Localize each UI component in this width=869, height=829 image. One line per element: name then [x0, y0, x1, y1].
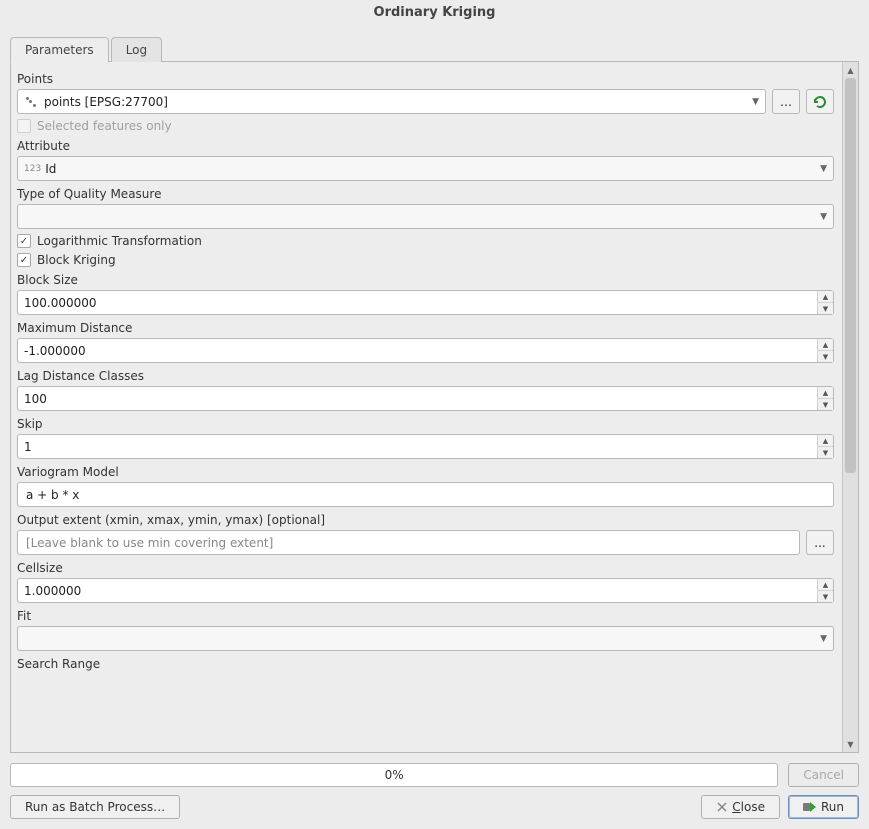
variogram-input[interactable]	[17, 482, 834, 507]
spin-arrows: ▲ ▼	[817, 291, 833, 314]
chevron-down-icon: ▼	[820, 212, 827, 222]
spin-down-icon[interactable]: ▼	[818, 351, 833, 362]
dialog-window: Ordinary Kriging Parameters Log Points p…	[0, 0, 869, 829]
selected-features-checkbox: Selected features only	[17, 119, 834, 133]
selected-features-label: Selected features only	[37, 119, 172, 133]
max-distance-spin[interactable]: -1.000000 ▲ ▼	[17, 338, 834, 363]
cancel-button-label: Cancel	[803, 768, 844, 782]
iterate-button[interactable]	[806, 89, 834, 114]
close-icon	[716, 801, 728, 813]
dialog-title: Ordinary Kriging	[0, 0, 869, 26]
fit-combo[interactable]: ▼	[17, 626, 834, 651]
scrollbar-thumb[interactable]	[845, 78, 856, 473]
log-transform-label: Logarithmic Transformation	[37, 234, 202, 248]
close-button[interactable]: Close	[701, 795, 780, 819]
skip-spin[interactable]: 1 ▲ ▼	[17, 434, 834, 459]
block-size-value: 100.000000	[24, 296, 817, 310]
lag-classes-value: 100	[24, 392, 817, 406]
close-button-label: lose	[741, 800, 765, 814]
points-label: Points	[17, 72, 834, 86]
spin-arrows: ▲ ▼	[817, 339, 833, 362]
points-combo[interactable]: points [EPSG:27700] ▼	[17, 89, 766, 114]
progress-bar: 0%	[10, 763, 778, 787]
checkbox-box	[17, 253, 31, 267]
checkbox-box	[17, 119, 31, 133]
attribute-label: Attribute	[17, 139, 834, 153]
extent-input-field[interactable]	[24, 535, 793, 551]
spin-down-icon[interactable]: ▼	[818, 447, 833, 458]
chevron-down-icon: ▼	[820, 634, 827, 644]
spin-up-icon[interactable]: ▲	[818, 387, 833, 399]
spin-up-icon[interactable]: ▲	[818, 339, 833, 351]
cellsize-value: 1.000000	[24, 584, 817, 598]
search-range-label: Search Range	[17, 657, 834, 671]
cellsize-spin[interactable]: 1.000000 ▲ ▼	[17, 578, 834, 603]
checkbox-box	[17, 234, 31, 248]
block-size-label: Block Size	[17, 273, 834, 287]
point-layer-icon	[24, 95, 38, 109]
spin-up-icon[interactable]: ▲	[818, 579, 833, 591]
quality-measure-combo[interactable]: ▼	[17, 204, 834, 229]
parameters-scroll-area: Points points [EPSG:27700] ▼ …	[11, 62, 842, 752]
max-distance-value: -1.000000	[24, 344, 817, 358]
block-kriging-checkbox[interactable]: Block Kriging	[17, 253, 834, 267]
log-transform-checkbox[interactable]: Logarithmic Transformation	[17, 234, 834, 248]
extent-label: Output extent (xmin, xmax, ymin, ymax) […	[17, 513, 834, 527]
ellipsis-icon: ...	[814, 536, 825, 550]
spin-up-icon[interactable]: ▲	[818, 291, 833, 303]
run-button-label: Run	[821, 800, 844, 814]
spin-arrows: ▲ ▼	[817, 579, 833, 602]
block-kriging-label: Block Kriging	[37, 253, 116, 267]
lag-classes-spin[interactable]: 100 ▲ ▼	[17, 386, 834, 411]
extent-browse-button[interactable]: ...	[806, 530, 834, 555]
skip-label: Skip	[17, 417, 834, 431]
ellipsis-icon: …	[780, 95, 792, 109]
fit-label: Fit	[17, 609, 834, 623]
scrollbar-track[interactable]	[843, 78, 858, 736]
extent-input[interactable]	[17, 530, 800, 555]
variogram-label: Variogram Model	[17, 465, 834, 479]
progress-text: 0%	[385, 768, 404, 782]
spin-arrows: ▲ ▼	[817, 435, 833, 458]
max-distance-label: Maximum Distance	[17, 321, 834, 335]
dialog-footer: 0% Cancel Run as Batch Process… Close	[10, 753, 859, 819]
lag-classes-label: Lag Distance Classes	[17, 369, 834, 383]
points-combo-value: points [EPSG:27700]	[44, 95, 168, 109]
points-browse-button[interactable]: …	[772, 89, 800, 114]
run-batch-button[interactable]: Run as Batch Process…	[10, 795, 180, 819]
chevron-down-icon: ▼	[752, 97, 759, 107]
spin-up-icon[interactable]: ▲	[818, 435, 833, 447]
spin-down-icon[interactable]: ▼	[818, 303, 833, 314]
tab-log[interactable]: Log	[111, 37, 162, 62]
vertical-scrollbar[interactable]: ▲ ▼	[842, 62, 858, 752]
dialog-content: Parameters Log Points points [EPSG:27700…	[0, 26, 869, 829]
block-size-spin[interactable]: 100.000000 ▲ ▼	[17, 290, 834, 315]
spin-arrows: ▲ ▼	[817, 387, 833, 410]
attribute-combo[interactable]: 123 Id ▼	[17, 156, 834, 181]
tab-bar: Parameters Log	[10, 34, 859, 62]
cancel-button: Cancel	[788, 763, 859, 787]
numeric-field-icon: 123	[24, 164, 41, 174]
spin-down-icon[interactable]: ▼	[818, 591, 833, 602]
run-icon	[803, 801, 817, 813]
chevron-down-icon: ▼	[820, 164, 827, 174]
scroll-down-icon[interactable]: ▼	[843, 736, 858, 752]
parameters-panel: Points points [EPSG:27700] ▼ …	[10, 62, 859, 753]
spin-down-icon[interactable]: ▼	[818, 399, 833, 410]
quality-measure-label: Type of Quality Measure	[17, 187, 834, 201]
attribute-combo-value: Id	[45, 162, 56, 176]
variogram-input-field[interactable]	[24, 487, 827, 503]
scroll-up-icon[interactable]: ▲	[843, 62, 858, 78]
cellsize-label: Cellsize	[17, 561, 834, 575]
skip-value: 1	[24, 440, 817, 454]
tab-parameters[interactable]: Parameters	[10, 37, 109, 63]
run-batch-label: Run as Batch Process…	[25, 800, 165, 814]
iterate-icon	[812, 94, 828, 110]
run-button[interactable]: Run	[788, 795, 859, 819]
